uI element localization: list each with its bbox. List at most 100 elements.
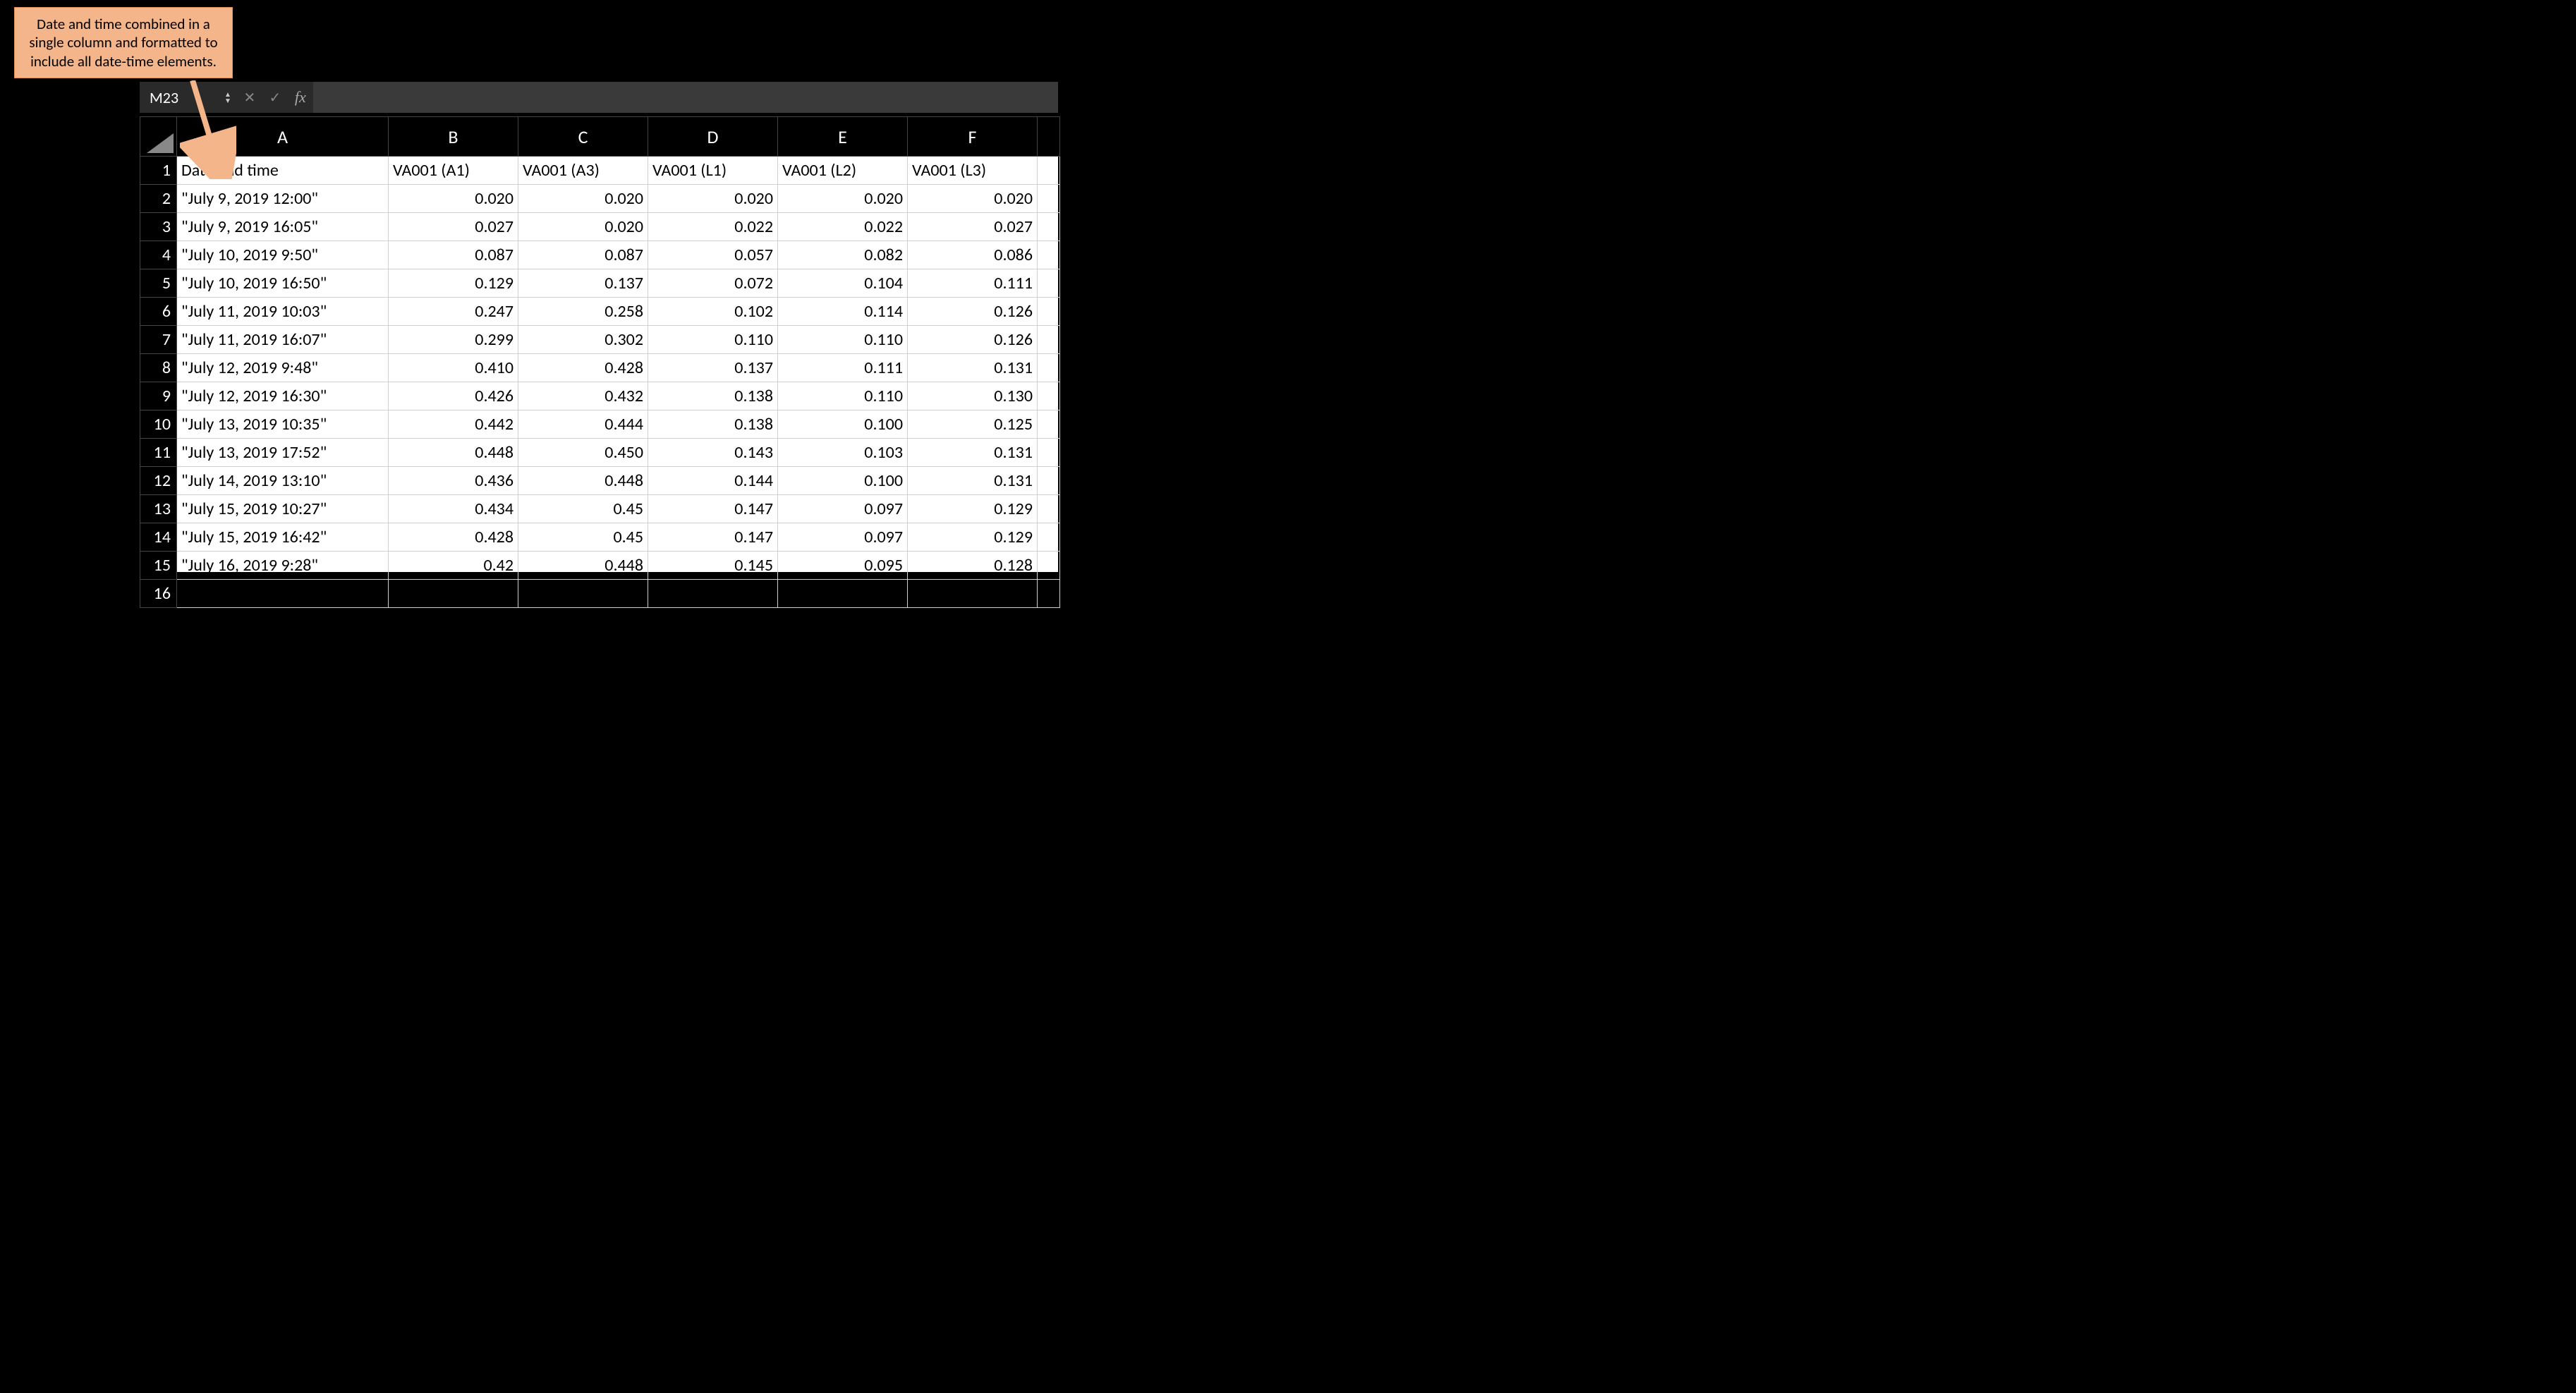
col-header-B[interactable]: B bbox=[389, 117, 518, 157]
row-header[interactable]: 5 bbox=[140, 269, 177, 298]
row-header[interactable]: 8 bbox=[140, 354, 177, 382]
cell[interactable] bbox=[1038, 467, 1060, 495]
cell[interactable]: "July 15, 2019 16:42" bbox=[177, 523, 389, 552]
cell[interactable]: 0.145 bbox=[648, 552, 778, 580]
row-header[interactable]: 11 bbox=[140, 439, 177, 467]
cell[interactable] bbox=[1038, 241, 1060, 269]
cell[interactable] bbox=[389, 580, 518, 608]
row-header[interactable]: 7 bbox=[140, 326, 177, 354]
cell[interactable]: 0.436 bbox=[389, 467, 518, 495]
cell[interactable]: 0.126 bbox=[908, 298, 1038, 326]
cell[interactable]: "July 12, 2019 9:48" bbox=[177, 354, 389, 382]
cell[interactable]: VA001 (A3) bbox=[518, 157, 648, 185]
cell[interactable] bbox=[1038, 185, 1060, 213]
cell[interactable]: 0.020 bbox=[389, 185, 518, 213]
cell[interactable]: 0.097 bbox=[778, 523, 908, 552]
cell[interactable]: "July 11, 2019 10:03" bbox=[177, 298, 389, 326]
name-box-stepper-icon[interactable]: ▲▼ bbox=[224, 91, 237, 104]
cell[interactable]: 0.057 bbox=[648, 241, 778, 269]
cell[interactable]: 0.111 bbox=[778, 354, 908, 382]
cell[interactable]: 0.144 bbox=[648, 467, 778, 495]
cell[interactable]: VA001 (L2) bbox=[778, 157, 908, 185]
cell[interactable]: 0.072 bbox=[648, 269, 778, 298]
cell[interactable] bbox=[908, 580, 1038, 608]
cell[interactable]: 0.410 bbox=[389, 354, 518, 382]
cell[interactable]: "July 11, 2019 16:07" bbox=[177, 326, 389, 354]
cell[interactable]: 0.428 bbox=[518, 354, 648, 382]
col-header-D[interactable]: D bbox=[648, 117, 778, 157]
cell[interactable]: 0.434 bbox=[389, 495, 518, 523]
cell[interactable]: VA001 (L1) bbox=[648, 157, 778, 185]
cell[interactable] bbox=[1038, 269, 1060, 298]
cell[interactable]: "July 10, 2019 9:50" bbox=[177, 241, 389, 269]
cell[interactable]: 0.45 bbox=[518, 495, 648, 523]
cell[interactable] bbox=[1038, 580, 1060, 608]
cell[interactable]: 0.027 bbox=[389, 213, 518, 241]
cell[interactable] bbox=[778, 580, 908, 608]
row-header[interactable]: 6 bbox=[140, 298, 177, 326]
cell[interactable]: VA001 (L3) bbox=[908, 157, 1038, 185]
cell[interactable] bbox=[1038, 410, 1060, 439]
cell[interactable]: 0.129 bbox=[389, 269, 518, 298]
cell[interactable]: 0.131 bbox=[908, 439, 1038, 467]
formula-input[interactable] bbox=[313, 82, 1058, 113]
cell[interactable]: 0.020 bbox=[778, 185, 908, 213]
row-header[interactable]: 14 bbox=[140, 523, 177, 552]
cell[interactable]: 0.020 bbox=[648, 185, 778, 213]
cell[interactable] bbox=[1038, 157, 1060, 185]
cell[interactable]: 0.448 bbox=[518, 467, 648, 495]
cell[interactable]: 0.100 bbox=[778, 467, 908, 495]
col-header-E[interactable]: E bbox=[778, 117, 908, 157]
cell[interactable]: "July 12, 2019 16:30" bbox=[177, 382, 389, 410]
cell[interactable]: 0.022 bbox=[778, 213, 908, 241]
fx-label[interactable]: fx bbox=[288, 88, 313, 107]
row-header[interactable]: 16 bbox=[140, 580, 177, 608]
cell[interactable]: 0.020 bbox=[518, 213, 648, 241]
cell[interactable]: 0.137 bbox=[518, 269, 648, 298]
cell[interactable] bbox=[1038, 523, 1060, 552]
cell[interactable]: 0.426 bbox=[389, 382, 518, 410]
cell[interactable] bbox=[1038, 495, 1060, 523]
select-all-corner[interactable] bbox=[140, 117, 177, 157]
cell[interactable]: 0.444 bbox=[518, 410, 648, 439]
cell[interactable]: 0.086 bbox=[908, 241, 1038, 269]
cell[interactable]: 0.104 bbox=[778, 269, 908, 298]
cell[interactable]: 0.143 bbox=[648, 439, 778, 467]
cell[interactable]: 0.138 bbox=[648, 410, 778, 439]
cell[interactable]: 0.114 bbox=[778, 298, 908, 326]
cell[interactable]: 0.138 bbox=[648, 382, 778, 410]
cell[interactable]: VA001 (A1) bbox=[389, 157, 518, 185]
cell[interactable]: 0.302 bbox=[518, 326, 648, 354]
cell[interactable]: "July 13, 2019 17:52" bbox=[177, 439, 389, 467]
cell[interactable]: "July 16, 2019 9:28" bbox=[177, 552, 389, 580]
cell[interactable] bbox=[1038, 552, 1060, 580]
cell[interactable]: 0.110 bbox=[778, 382, 908, 410]
cell[interactable]: 0.42 bbox=[389, 552, 518, 580]
row-header[interactable]: 15 bbox=[140, 552, 177, 580]
col-header-C[interactable]: C bbox=[518, 117, 648, 157]
cell[interactable]: 0.087 bbox=[518, 241, 648, 269]
col-header-blank[interactable] bbox=[1038, 117, 1060, 157]
cell[interactable]: 0.103 bbox=[778, 439, 908, 467]
row-header[interactable]: 12 bbox=[140, 467, 177, 495]
cell[interactable]: 0.137 bbox=[648, 354, 778, 382]
row-header[interactable]: 1 bbox=[140, 157, 177, 185]
cell[interactable]: 0.087 bbox=[389, 241, 518, 269]
cell[interactable] bbox=[518, 580, 648, 608]
cell[interactable] bbox=[1038, 382, 1060, 410]
cell[interactable]: "July 13, 2019 10:35" bbox=[177, 410, 389, 439]
cell[interactable]: 0.095 bbox=[778, 552, 908, 580]
cell[interactable]: 0.110 bbox=[648, 326, 778, 354]
col-header-A[interactable]: A bbox=[177, 117, 389, 157]
cell[interactable] bbox=[1038, 439, 1060, 467]
cell[interactable] bbox=[1038, 213, 1060, 241]
cell[interactable]: 0.131 bbox=[908, 467, 1038, 495]
cancel-formula-icon[interactable]: ✕ bbox=[237, 89, 262, 107]
cell[interactable]: 0.147 bbox=[648, 495, 778, 523]
col-header-F[interactable]: F bbox=[908, 117, 1038, 157]
cell[interactable]: 0.247 bbox=[389, 298, 518, 326]
row-header[interactable]: 2 bbox=[140, 185, 177, 213]
cell[interactable]: "July 9, 2019 12:00" bbox=[177, 185, 389, 213]
cell[interactable]: "July 15, 2019 10:27" bbox=[177, 495, 389, 523]
cell[interactable]: 0.100 bbox=[778, 410, 908, 439]
